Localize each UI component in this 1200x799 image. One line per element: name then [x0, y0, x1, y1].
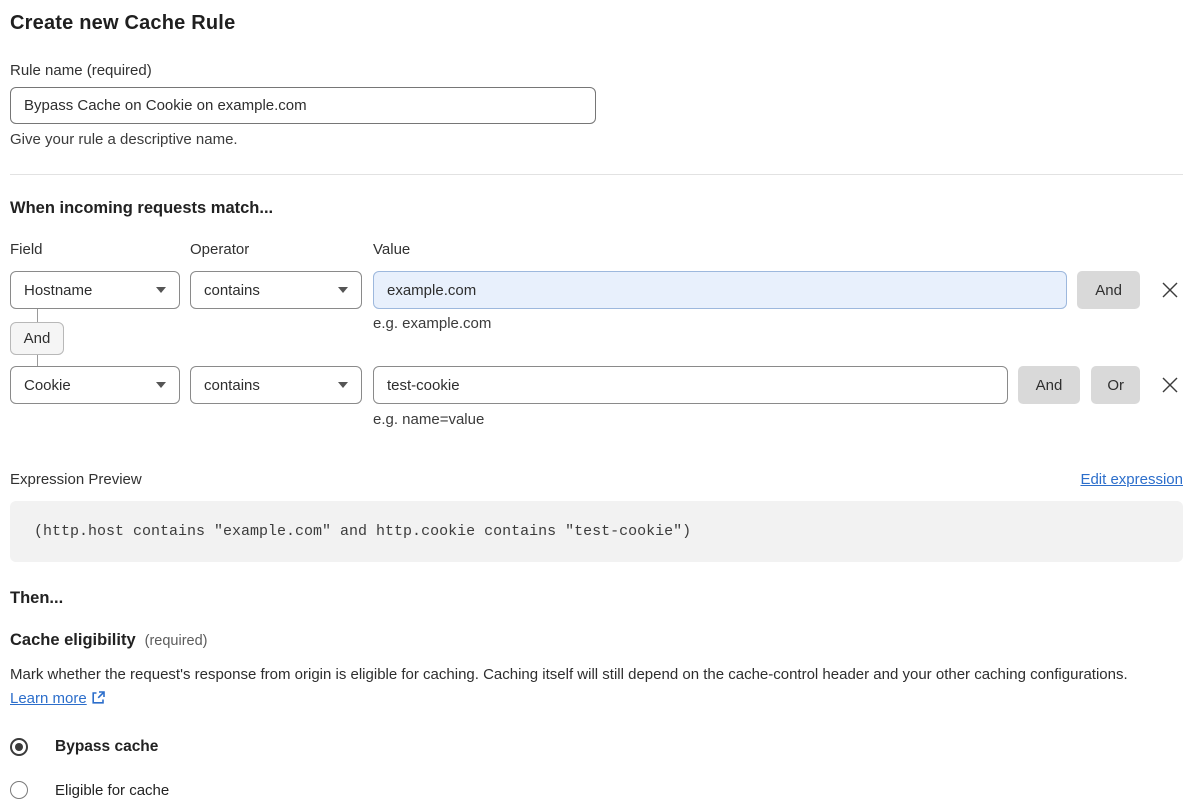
- rule-name-input[interactable]: [10, 87, 596, 124]
- remove-condition-button[interactable]: [1157, 372, 1183, 398]
- field-select[interactable]: Hostname: [10, 271, 180, 309]
- description-text: Mark whether the request's response from…: [10, 666, 1128, 683]
- close-icon: [1162, 282, 1178, 298]
- radio-label: Bypass cache: [55, 738, 159, 755]
- radio-icon: [10, 738, 28, 756]
- chevron-down-icon: [338, 382, 348, 388]
- required-tag: (required): [144, 633, 208, 649]
- expression-code-block: (http.host contains "example.com" and ht…: [10, 501, 1183, 562]
- value-input[interactable]: [373, 366, 1008, 404]
- edit-expression-link[interactable]: Edit expression: [1080, 471, 1183, 488]
- condition-column-labels: Field Operator Value: [10, 241, 1183, 258]
- then-heading: Then...: [10, 589, 64, 607]
- value-hint: e.g. name=value: [373, 411, 485, 428]
- operator-select[interactable]: contains: [190, 271, 362, 309]
- expression-code: (http.host contains "example.com" and ht…: [34, 523, 692, 540]
- cache-eligibility-options: Bypass cache Eligible for cache: [10, 738, 1183, 799]
- external-link-icon: [91, 689, 106, 713]
- connector-and-button[interactable]: And: [10, 322, 64, 355]
- value-column-label: Value: [373, 241, 411, 258]
- radio-icon: [10, 781, 28, 799]
- rule-name-label: Rule name (required): [10, 62, 152, 79]
- and-button[interactable]: And: [1077, 271, 1140, 309]
- connector: And: [10, 309, 74, 366]
- close-icon: [1162, 377, 1178, 393]
- condition-row-1: Hostname contains And: [10, 271, 1183, 309]
- expression-preview-label: Expression Preview: [10, 471, 142, 488]
- connector-line: [37, 355, 38, 366]
- section-divider: [10, 174, 1183, 175]
- create-cache-rule-page: Create new Cache Rule Rule name (require…: [0, 0, 1200, 799]
- remove-condition-button[interactable]: [1157, 277, 1183, 303]
- expression-header: Expression Preview Edit expression: [10, 471, 1183, 488]
- cache-eligibility-heading-row: Cache eligibility (required): [10, 631, 1183, 650]
- match-heading: When incoming requests match...: [10, 199, 274, 217]
- connector-line: [37, 309, 38, 322]
- condition-row-2: Cookie contains And Or: [10, 366, 1183, 404]
- and-button[interactable]: And: [1017, 366, 1081, 404]
- value-hint: e.g. example.com: [373, 315, 492, 332]
- chevron-down-icon: [156, 382, 166, 388]
- value-input[interactable]: [373, 271, 1068, 309]
- or-button[interactable]: Or: [1091, 366, 1140, 404]
- learn-more-link[interactable]: Learn more: [10, 690, 87, 707]
- chevron-down-icon: [156, 287, 166, 293]
- operator-select-value: contains: [204, 376, 260, 394]
- operator-select[interactable]: contains: [190, 366, 362, 404]
- radio-eligible-for-cache[interactable]: Eligible for cache: [10, 781, 1183, 799]
- field-select[interactable]: Cookie: [10, 366, 180, 404]
- field-select-value: Cookie: [24, 376, 71, 394]
- field-column-label: Field: [10, 241, 43, 258]
- field-select-value: Hostname: [24, 281, 93, 299]
- cache-eligibility-heading: Cache eligibility: [10, 631, 136, 649]
- chevron-down-icon: [338, 287, 348, 293]
- radio-bypass-cache[interactable]: Bypass cache: [10, 738, 1183, 756]
- cache-eligibility-description: Mark whether the request's response from…: [10, 663, 1170, 713]
- rule-name-help: Give your rule a descriptive name.: [10, 131, 238, 148]
- operator-column-label: Operator: [190, 241, 250, 258]
- radio-label: Eligible for cache: [55, 781, 170, 799]
- operator-select-value: contains: [204, 281, 260, 299]
- page-title: Create new Cache Rule: [10, 12, 236, 34]
- row-gap: And e.g. example.com: [10, 309, 1183, 366]
